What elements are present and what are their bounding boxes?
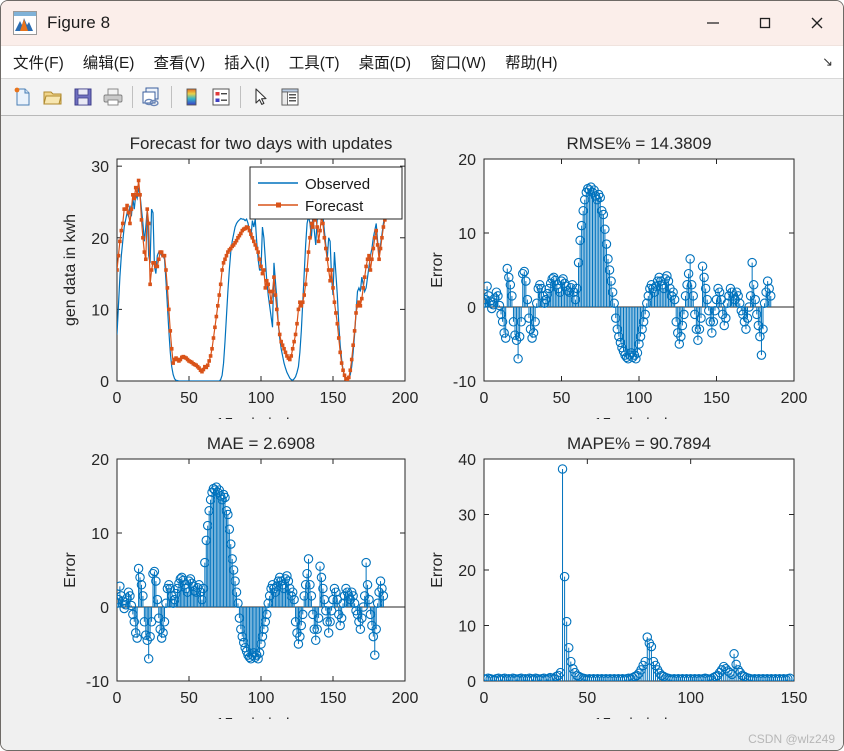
open-file-icon[interactable] <box>38 82 68 112</box>
title-bar: Figure 8 <box>1 1 843 46</box>
svg-text:15 min index: 15 min index <box>594 716 685 719</box>
svg-text:0: 0 <box>467 300 476 317</box>
svg-text:40: 40 <box>458 452 476 469</box>
new-figure-icon[interactable] <box>8 82 38 112</box>
menu-overflow-icon[interactable]: ↘ <box>822 54 833 70</box>
svg-text:Error: Error <box>429 252 446 288</box>
svg-text:200: 200 <box>392 690 419 707</box>
menu-view[interactable]: 查看(V) <box>146 48 212 76</box>
window-title: Figure 8 <box>47 13 111 32</box>
menu-edit[interactable]: 编辑(E) <box>76 48 142 76</box>
toolbar-separator <box>240 86 241 108</box>
svg-text:10: 10 <box>458 619 476 636</box>
svg-text:20: 20 <box>458 152 476 169</box>
menu-insert[interactable]: 插入(I) <box>217 48 277 76</box>
svg-text:30: 30 <box>91 159 109 176</box>
svg-text:0: 0 <box>113 390 122 407</box>
svg-text:Forecast for two days with upd: Forecast for two days with updates <box>130 134 393 153</box>
svg-text:10: 10 <box>458 226 476 243</box>
svg-text:150: 150 <box>320 390 347 407</box>
save-figure-icon[interactable] <box>68 82 98 112</box>
svg-text:150: 150 <box>781 690 808 707</box>
svg-text:-10: -10 <box>453 374 476 391</box>
svg-text:0: 0 <box>100 374 109 391</box>
pointer-icon[interactable] <box>245 82 275 112</box>
colorbar-icon[interactable] <box>176 82 206 112</box>
svg-text:50: 50 <box>180 690 198 707</box>
svg-text:150: 150 <box>703 390 730 407</box>
svg-text:200: 200 <box>392 390 419 407</box>
svg-text:Forecast: Forecast <box>305 198 364 215</box>
property-inspector-icon[interactable] <box>275 82 305 112</box>
svg-text:50: 50 <box>180 390 198 407</box>
mae-chart[interactable]: MAE = 2.6908050100150200-100102015 min i… <box>47 419 422 733</box>
link-plot-icon[interactable] <box>137 82 167 112</box>
svg-text:50: 50 <box>578 690 596 707</box>
watermark: CSDN @wlz249 <box>748 732 835 746</box>
svg-text:0: 0 <box>467 674 476 691</box>
forecast-chart[interactable]: Forecast for two days with updates 0 50 100… <box>47 119 422 433</box>
svg-text:50: 50 <box>553 390 571 407</box>
figure-toolbar <box>1 79 843 116</box>
menu-window[interactable]: 窗口(W) <box>423 48 493 76</box>
svg-text:100: 100 <box>677 690 704 707</box>
mape-chart[interactable]: MAPE% = 90.7894 0 50 100 150 0 10 20 30 40 15 min … <box>429 419 829 733</box>
menu-file[interactable]: 文件(F) <box>6 48 71 76</box>
svg-text:0: 0 <box>113 690 122 707</box>
menu-bar: 文件(F) 编辑(E) 查看(V) 插入(I) 工具(T) 桌面(D) 窗口(W… <box>1 46 843 79</box>
print-figure-icon[interactable] <box>98 82 128 112</box>
menu-tools[interactable]: 工具(T) <box>282 48 347 76</box>
figure-canvas: Forecast for two days with updates 0 50 100… <box>1 116 843 750</box>
legend-icon[interactable] <box>206 82 236 112</box>
svg-text:0: 0 <box>480 690 489 707</box>
svg-text:0: 0 <box>100 600 109 617</box>
maximize-button[interactable] <box>739 1 791 45</box>
svg-text:150: 150 <box>320 690 347 707</box>
svg-text:-10: -10 <box>86 674 109 691</box>
menu-help[interactable]: 帮助(H) <box>498 48 565 76</box>
svg-text:Error: Error <box>62 552 79 588</box>
svg-text:100: 100 <box>248 390 275 407</box>
rmse-chart[interactable]: RMSE% = 14.3809050100150200-100102015 mi… <box>429 119 829 433</box>
svg-text:30: 30 <box>458 508 476 525</box>
svg-text:20: 20 <box>91 452 109 469</box>
figure-window: Figure 8 文件(F) 编辑(E) 查看(V) 插入(I) 工具(T) 桌… <box>0 0 844 751</box>
svg-text:MAE = 2.6908: MAE = 2.6908 <box>207 434 315 453</box>
svg-text:10: 10 <box>91 302 109 319</box>
window-controls <box>687 1 843 45</box>
svg-text:10: 10 <box>91 526 109 543</box>
close-button[interactable] <box>791 1 843 45</box>
minimize-button[interactable] <box>687 1 739 45</box>
svg-text:20: 20 <box>458 563 476 580</box>
toolbar-separator <box>132 86 133 108</box>
svg-text:gen data in kwh: gen data in kwh <box>62 214 79 326</box>
svg-text:15 min index: 15 min index <box>216 716 307 719</box>
svg-text:RMSE% = 14.3809: RMSE% = 14.3809 <box>566 134 711 153</box>
svg-text:200: 200 <box>781 390 808 407</box>
menu-desktop[interactable]: 桌面(D) <box>352 48 419 76</box>
svg-text:100: 100 <box>248 690 275 707</box>
svg-text:100: 100 <box>626 390 653 407</box>
svg-text:MAPE% = 90.7894: MAPE% = 90.7894 <box>567 434 711 453</box>
svg-text:20: 20 <box>91 231 109 248</box>
svg-text:0: 0 <box>480 390 489 407</box>
svg-text:Observed: Observed <box>305 176 370 193</box>
svg-text:Error: Error <box>429 552 446 588</box>
matlab-membrane-icon <box>13 11 37 35</box>
toolbar-separator <box>171 86 172 108</box>
